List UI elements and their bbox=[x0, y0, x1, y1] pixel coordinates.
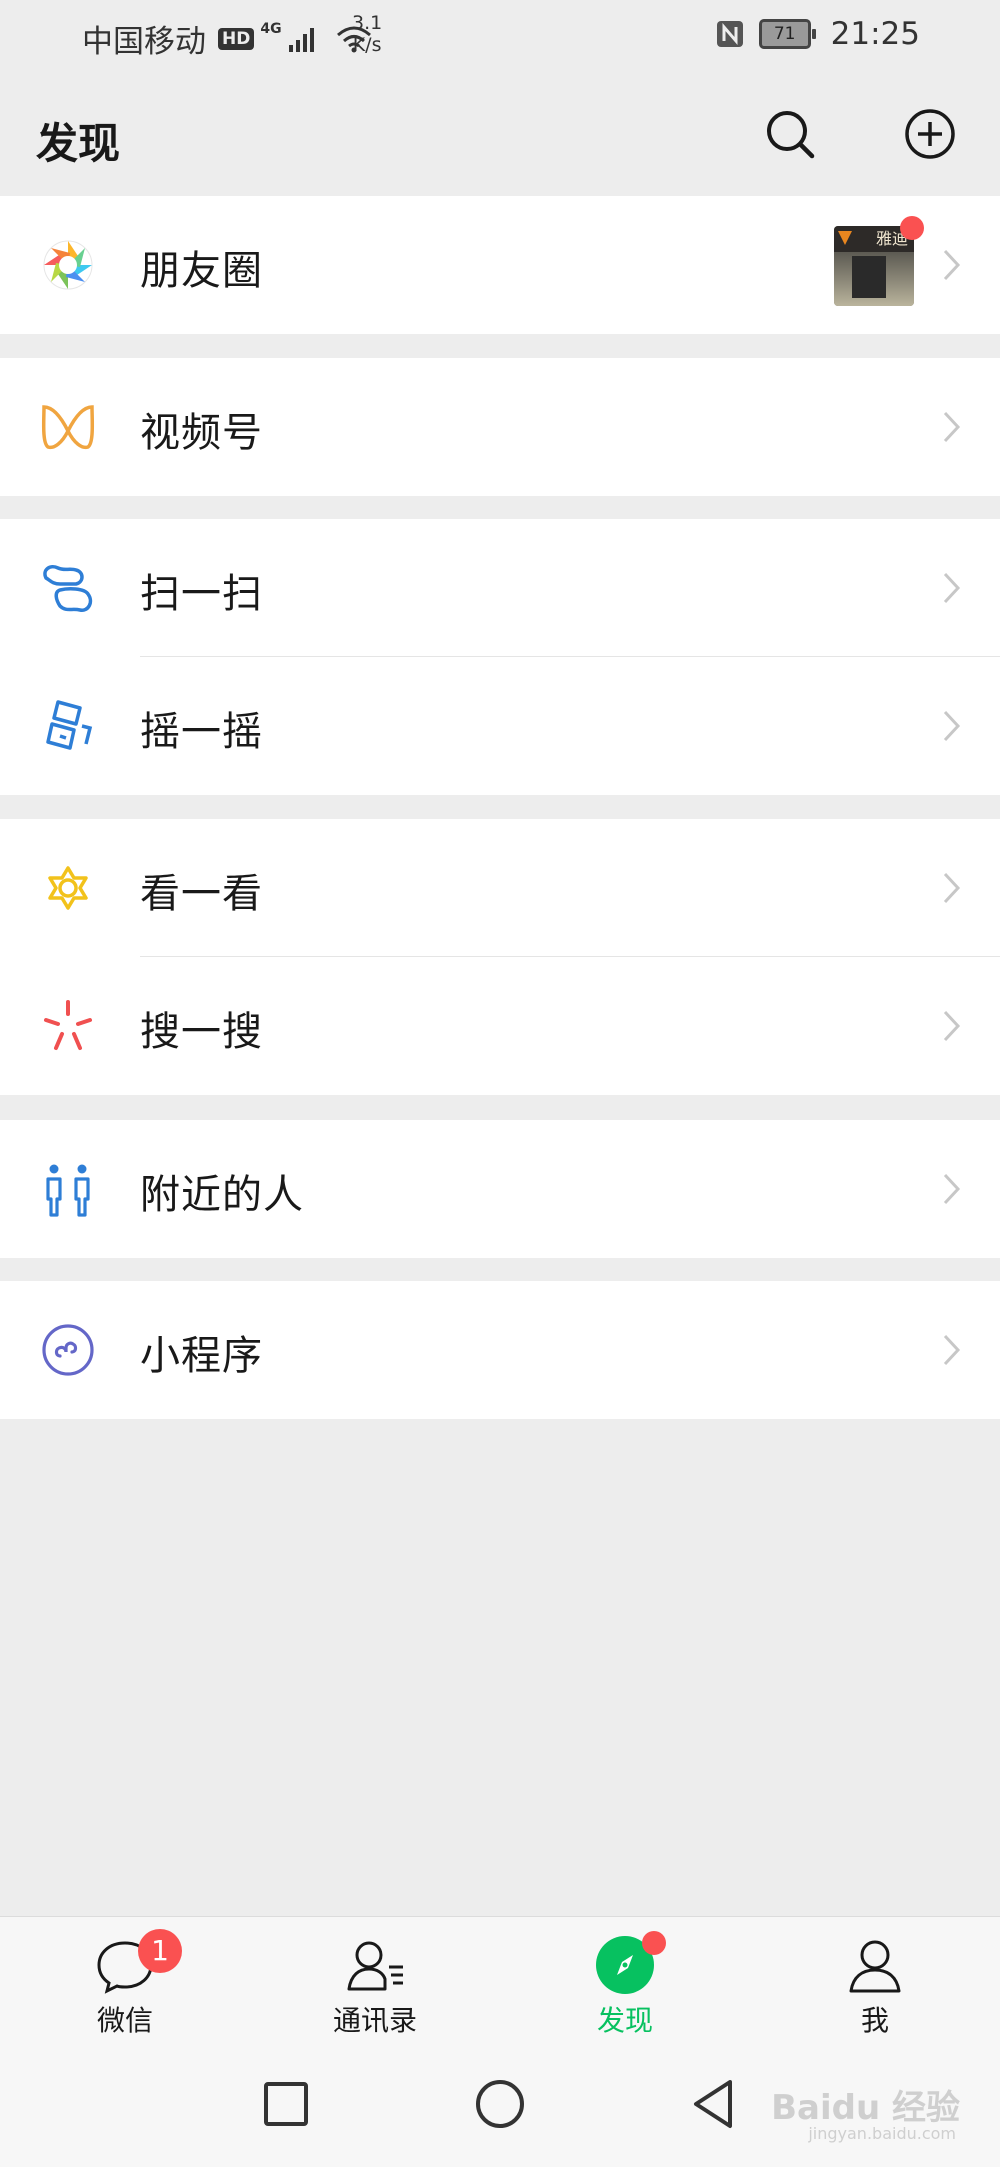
shake-icon bbox=[46, 700, 93, 750]
moments-new-dot bbox=[900, 216, 924, 240]
network-type: 4G bbox=[260, 20, 282, 37]
plus-circle-icon[interactable] bbox=[900, 104, 960, 164]
menu-item-top-stories[interactable]: 看一看 bbox=[0, 819, 1000, 957]
contacts-icon bbox=[347, 1941, 403, 1991]
menu-item-mini-programs[interactable]: 小程序 bbox=[0, 1281, 1000, 1419]
section-mini-programs: 小程序 bbox=[0, 1281, 1000, 1419]
back-triangle-icon[interactable] bbox=[686, 2076, 742, 2132]
menu-item-shake[interactable]: 摇一摇 bbox=[0, 657, 1000, 795]
tab-bar: 1 微信 通讯录 发现 我 bbox=[0, 1916, 1000, 2041]
status-left: 中国移动 HD 4G bbox=[82, 16, 372, 61]
menu-label-search: 搜一搜 bbox=[140, 1009, 263, 1055]
scan-icon bbox=[43, 565, 93, 612]
menu-item-moments[interactable]: 朋友圈 雅迪 bbox=[0, 196, 1000, 334]
tab-chats[interactable]: 1 微信 bbox=[0, 1917, 250, 2041]
menu-label-channels: 视频号 bbox=[140, 410, 263, 456]
header: 发现 bbox=[0, 76, 1000, 196]
carrier-name: 中国移动 bbox=[82, 24, 206, 60]
nfc-icon bbox=[716, 21, 743, 47]
network-speed: 3.1 K/s bbox=[352, 12, 382, 56]
status-bar: 中国移动 HD 4G 3.1 K/s 71 21:25 bbox=[0, 0, 1000, 76]
section-moments: 朋友圈 雅迪 bbox=[0, 196, 1000, 334]
battery-indicator: 71 bbox=[758, 19, 816, 49]
unread-badge: 1 bbox=[138, 1929, 182, 1973]
chevron-right-icon bbox=[943, 1173, 961, 1205]
tab-contacts[interactable]: 通讯录 bbox=[250, 1917, 500, 2041]
moments-thumbnail: 雅迪 bbox=[834, 226, 914, 306]
menu-item-search[interactable]: 搜一搜 bbox=[0, 957, 1000, 1095]
tab-discover[interactable]: 发现 bbox=[500, 1917, 750, 2041]
section-nearby: 附近的人 bbox=[0, 1120, 1000, 1258]
chevron-right-icon bbox=[943, 1334, 961, 1366]
chevron-right-icon bbox=[943, 411, 961, 443]
recents-square-icon[interactable] bbox=[258, 2076, 314, 2132]
menu-label-top-stories: 看一看 bbox=[140, 871, 263, 917]
menu-item-nearby[interactable]: 附近的人 bbox=[0, 1120, 1000, 1258]
speed-value: 3.1 bbox=[352, 12, 383, 34]
status-right: 71 21:25 bbox=[715, 16, 920, 52]
thumbnail-door bbox=[852, 256, 886, 298]
hd-badge: HD bbox=[218, 27, 255, 50]
home-circle-icon[interactable] bbox=[472, 2076, 528, 2132]
menu-item-channels[interactable]: 视频号 bbox=[0, 358, 1000, 496]
clock: 21:25 bbox=[830, 16, 920, 52]
chevron-right-icon bbox=[943, 710, 961, 742]
chevron-right-icon bbox=[943, 249, 961, 281]
discover-new-dot bbox=[642, 1931, 666, 1955]
speed-unit: K/s bbox=[352, 34, 382, 56]
chevron-right-icon bbox=[943, 1010, 961, 1042]
channels-icon bbox=[41, 405, 95, 450]
section-scan-shake: 扫一扫 摇一摇 bbox=[0, 519, 1000, 795]
moments-icon bbox=[43, 240, 93, 290]
tab-label-chats: 微信 bbox=[96, 2004, 153, 2037]
tab-label-me: 我 bbox=[860, 2004, 889, 2037]
menu-label-moments: 朋友圈 bbox=[140, 248, 263, 294]
search-sparkle-icon bbox=[44, 1000, 92, 1050]
signal-icon bbox=[288, 27, 314, 52]
section-stories-search: 看一看 搜一搜 bbox=[0, 819, 1000, 1095]
system-nav-bar: Baidu 经验 jingyan.baidu.com bbox=[0, 2040, 1000, 2167]
chevron-right-icon bbox=[943, 572, 961, 604]
watermark-url: jingyan.baidu.com bbox=[808, 2124, 956, 2143]
top-stories-icon bbox=[48, 866, 88, 910]
menu-label-nearby: 附近的人 bbox=[140, 1172, 304, 1218]
menu-item-scan[interactable]: 扫一扫 bbox=[0, 519, 1000, 657]
tab-me[interactable]: 我 bbox=[750, 1917, 1000, 2041]
people-nearby-icon bbox=[46, 1164, 90, 1217]
tab-label-contacts: 通讯录 bbox=[332, 2004, 417, 2037]
page-title: 发现 bbox=[36, 119, 121, 168]
person-icon bbox=[849, 1940, 901, 1993]
menu-label-scan: 扫一扫 bbox=[140, 571, 263, 617]
tab-label-discover: 发现 bbox=[596, 2004, 653, 2037]
section-channels: 视频号 bbox=[0, 358, 1000, 496]
search-icon[interactable] bbox=[760, 104, 820, 164]
watermark: Baidu 经验 bbox=[771, 2088, 960, 2128]
mini-program-icon bbox=[42, 1324, 94, 1376]
chevron-right-icon bbox=[943, 872, 961, 904]
menu-label-shake: 摇一摇 bbox=[140, 709, 263, 755]
menu-label-mini-programs: 小程序 bbox=[140, 1333, 263, 1379]
